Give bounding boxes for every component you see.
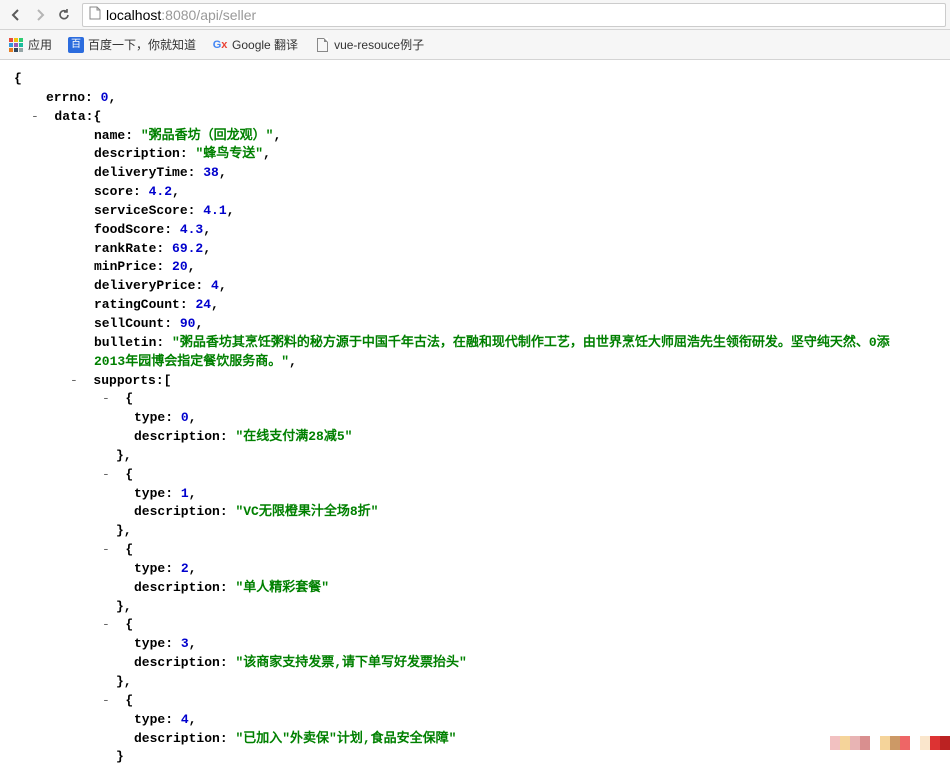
collapse-toggle[interactable]: -: [102, 692, 110, 711]
collapse-toggle[interactable]: -: [102, 616, 110, 635]
reload-button[interactable]: [52, 3, 76, 27]
collapse-toggle[interactable]: -: [102, 541, 110, 560]
google-translate-icon: Gx: [212, 37, 228, 53]
collapse-toggle[interactable]: -: [31, 108, 39, 127]
bookmark-baidu[interactable]: 百 百度一下，你就知道: [68, 36, 196, 53]
apps-icon: [8, 37, 24, 53]
decorative-pixels: [830, 736, 950, 750]
bookmark-vue-resource[interactable]: vue-resouce例子: [314, 36, 424, 53]
back-button[interactable]: [4, 3, 28, 27]
forward-button[interactable]: [28, 3, 52, 27]
bookmark-apps[interactable]: 应用: [8, 36, 52, 53]
bookmark-baidu-label: 百度一下，你就知道: [88, 36, 196, 53]
address-bar[interactable]: localhost:8080/api/seller: [82, 3, 946, 27]
browser-toolbar: localhost:8080/api/seller: [0, 0, 950, 30]
collapse-toggle[interactable]: -: [70, 372, 78, 391]
json-viewer: { errno: 0, - data: { name: "粥品香坊（回龙观）",…: [0, 60, 950, 783]
bookmarks-bar: 应用 百 百度一下，你就知道 Gx Google 翻译 vue-resouce例…: [0, 30, 950, 60]
url-text[interactable]: localhost:8080/api/seller: [106, 7, 939, 23]
baidu-icon: 百: [68, 37, 84, 53]
bookmark-vue-label: vue-resouce例子: [334, 36, 424, 53]
bookmark-google-label: Google 翻译: [232, 36, 298, 53]
page-icon: [89, 6, 101, 23]
collapse-toggle[interactable]: -: [102, 390, 110, 409]
url-host: localhost: [106, 7, 161, 23]
collapse-toggle[interactable]: -: [102, 466, 110, 485]
bookmark-google-translate[interactable]: Gx Google 翻译: [212, 36, 298, 53]
bookmark-apps-label: 应用: [28, 36, 52, 53]
url-rest: :8080/api/seller: [161, 7, 256, 23]
document-icon: [314, 37, 330, 53]
